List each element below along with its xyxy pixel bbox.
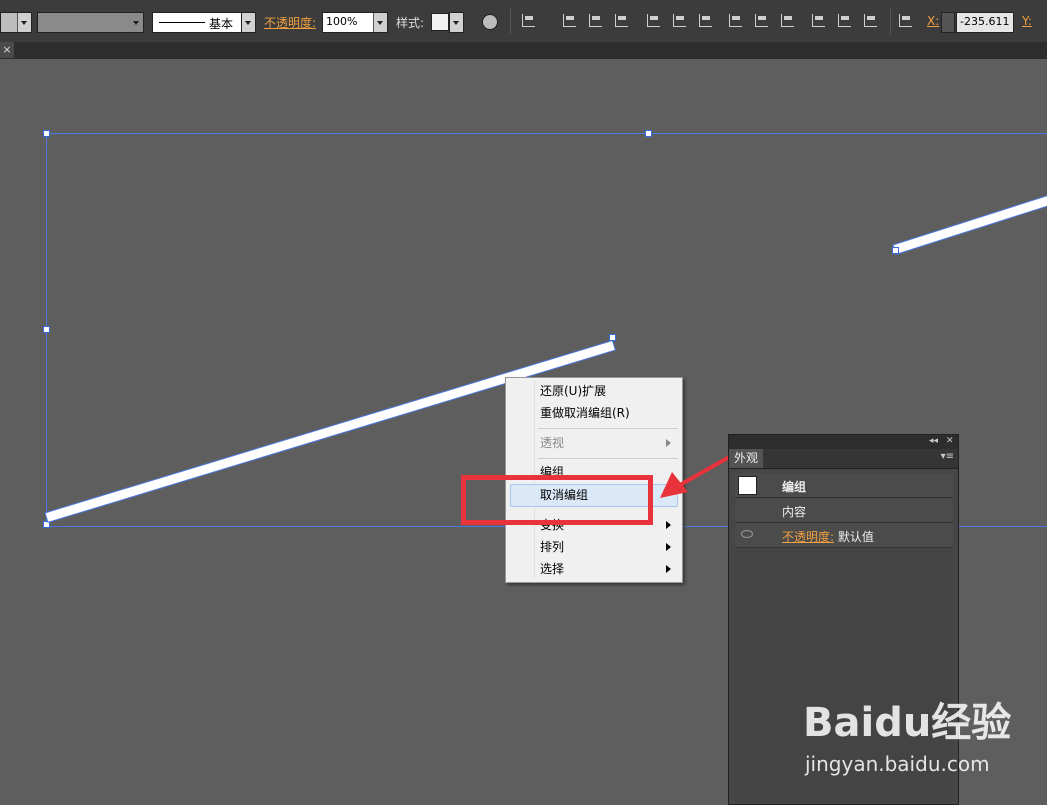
opacity-row-text: 不透明度: 默认值: [782, 528, 874, 545]
watermark-logo: Baidu经验: [803, 700, 1012, 746]
watermark: Baidu经验 jingyan.baidu.com: [803, 690, 1043, 785]
opacity-row-label[interactable]: 不透明度:: [782, 530, 834, 544]
opacity-row-value: 默认值: [837, 530, 874, 544]
contents-label: 内容: [782, 505, 807, 519]
watermark-url: jingyan.baidu.com: [805, 752, 990, 776]
panel-menu-icon[interactable]: ▾≡: [941, 451, 954, 462]
close-icon[interactable]: ✕: [946, 436, 954, 446]
group-thumbnail: [738, 476, 757, 495]
visibility-eye-icon[interactable]: [741, 530, 753, 538]
panel-tab-row: 外观 ▾≡: [729, 449, 958, 469]
appearance-group-row[interactable]: 编组: [735, 473, 953, 498]
collapse-icon[interactable]: ◂◂: [929, 436, 938, 446]
tab-appearance[interactable]: 外观: [729, 449, 763, 468]
appearance-opacity-row[interactable]: 不透明度: 默认值: [735, 523, 953, 548]
group-label: 编组: [782, 480, 807, 494]
panel-titlebar[interactable]: ◂◂ ✕: [729, 435, 958, 449]
appearance-contents-row[interactable]: 内容: [735, 498, 953, 523]
